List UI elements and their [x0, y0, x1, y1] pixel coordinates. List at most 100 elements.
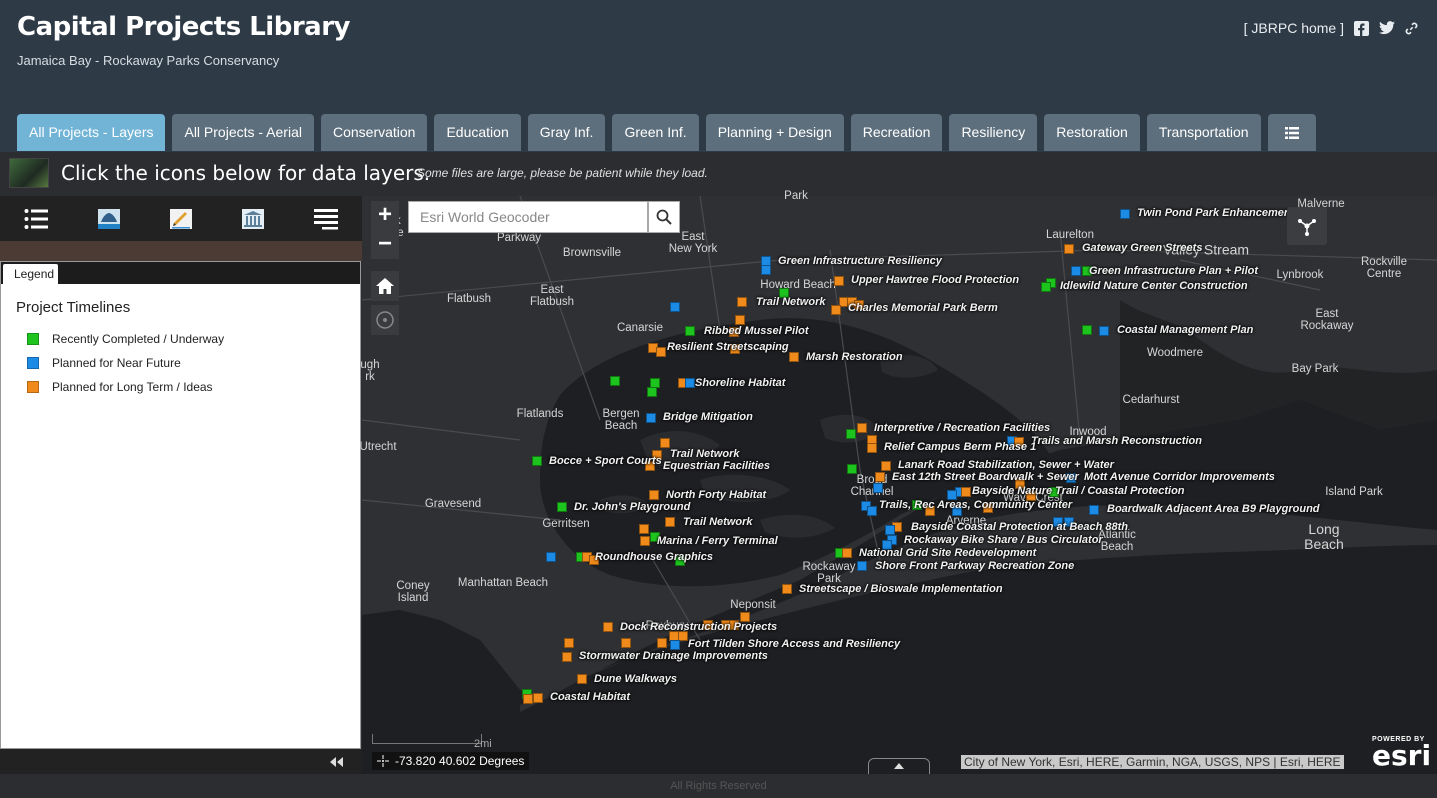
project-marker[interactable] [834, 276, 844, 286]
project-marker[interactable] [1064, 244, 1074, 254]
project-marker[interactable] [657, 638, 667, 648]
tab-education[interactable]: Education [434, 114, 521, 151]
project-label[interactable]: Rockaway Bike Share / Bus Circulator [904, 534, 1103, 546]
project-label[interactable]: Coastal Management Plan [1117, 324, 1253, 336]
project-marker[interactable] [1089, 505, 1099, 515]
project-marker[interactable] [1041, 282, 1051, 292]
project-marker[interactable] [867, 443, 877, 453]
layers-menu-button[interactable] [312, 205, 340, 233]
link-icon[interactable] [1404, 21, 1419, 36]
project-label[interactable]: Coastal Habitat [550, 691, 630, 703]
project-marker[interactable] [735, 315, 745, 325]
sketch-button[interactable] [167, 205, 195, 233]
project-label[interactable]: East 12th Street Boardwalk + Sewer [892, 471, 1079, 483]
project-marker[interactable] [685, 378, 695, 388]
project-marker[interactable] [1082, 325, 1092, 335]
project-marker[interactable] [761, 265, 771, 275]
project-label[interactable]: Dock Reconstruction Projects [620, 621, 777, 633]
jbrpc-home-link[interactable]: [ JBRPC home ] [1244, 20, 1344, 36]
project-marker[interactable] [846, 429, 856, 439]
project-marker[interactable] [961, 487, 971, 497]
project-label[interactable]: Shore Front Parkway Recreation Zone [875, 560, 1074, 572]
project-label[interactable]: Marina / Ferry Terminal [657, 535, 778, 547]
coordinate-readout[interactable]: -73.820 40.602 Degrees [372, 752, 530, 770]
project-marker[interactable] [621, 638, 631, 648]
home-button[interactable] [371, 271, 399, 301]
project-marker[interactable] [647, 387, 657, 397]
project-label[interactable]: Idlewild Nature Center Construction [1060, 280, 1248, 292]
project-label[interactable]: North Forty Habitat [666, 489, 766, 501]
project-label[interactable]: Relief Campus Berm Phase 1 [884, 441, 1036, 453]
tab-transportation[interactable]: Transportation [1146, 114, 1261, 151]
locate-button[interactable] [371, 305, 399, 335]
project-label[interactable]: Shoreline Habitat [695, 377, 785, 389]
tab-restoration[interactable]: Restoration [1044, 114, 1140, 151]
project-marker[interactable] [646, 413, 656, 423]
project-label[interactable]: Marsh Restoration [806, 351, 903, 363]
project-label[interactable]: National Grid Site Redevelopment [859, 547, 1036, 559]
search-button[interactable] [648, 201, 680, 233]
landmarks-button[interactable] [239, 205, 267, 233]
project-marker[interactable] [737, 297, 747, 307]
project-marker[interactable] [546, 552, 556, 562]
basemap-button[interactable] [95, 205, 123, 233]
project-label[interactable]: Trail Network [756, 296, 826, 308]
project-label[interactable]: Gateway Green Streets [1082, 242, 1202, 254]
project-marker[interactable] [577, 674, 587, 684]
twitter-icon[interactable] [1379, 20, 1395, 36]
project-label[interactable]: Bridge Mitigation [663, 411, 753, 423]
project-marker[interactable] [670, 302, 680, 312]
tab-legend[interactable]: Legend [3, 264, 58, 284]
tab-planning-design[interactable]: Planning + Design [705, 114, 844, 151]
project-marker[interactable] [831, 305, 841, 315]
project-label[interactable]: Trail Network [683, 516, 753, 528]
project-label[interactable]: Charles Memorial Park Berm [848, 302, 998, 314]
share-button[interactable] [1287, 207, 1327, 245]
project-marker[interactable] [789, 352, 799, 362]
map-attribution[interactable]: City of New York, Esri, HERE, Garmin, NG… [961, 755, 1344, 769]
project-label[interactable]: Ribbed Mussel Pilot [704, 325, 809, 337]
zoom-in-button[interactable]: + [371, 201, 399, 230]
collapse-panel-button[interactable] [330, 755, 343, 770]
project-label[interactable]: Bocce + Sport Courts [549, 455, 662, 467]
project-marker[interactable] [881, 461, 891, 471]
project-label[interactable]: Roundhouse Graphics [595, 551, 713, 563]
project-marker[interactable] [867, 506, 877, 516]
project-marker[interactable] [847, 464, 857, 474]
legend-list-button[interactable] [22, 205, 50, 233]
project-label[interactable]: Upper Hawtree Flood Protection [851, 274, 1019, 286]
project-marker[interactable] [603, 622, 613, 632]
search-input[interactable]: Esri World Geocoder [408, 201, 648, 233]
project-marker[interactable] [533, 693, 543, 703]
zoom-out-button[interactable]: − [371, 230, 399, 259]
project-label[interactable]: Trail Network [670, 448, 740, 460]
project-marker[interactable] [649, 490, 659, 500]
project-marker[interactable] [656, 347, 666, 357]
project-label[interactable]: Lanark Road Stabilization, Sewer + Water [898, 459, 1114, 471]
project-marker[interactable] [873, 483, 883, 493]
project-marker[interactable] [564, 638, 574, 648]
tab-gray-inf[interactable]: Gray Inf. [527, 114, 606, 151]
project-marker[interactable] [523, 694, 533, 704]
project-label[interactable]: Green Infrastructure Plan + Pilot [1089, 265, 1258, 277]
project-label[interactable]: Trails and Marsh Reconstruction [1031, 435, 1202, 447]
project-label[interactable]: Equestrian Facilities [663, 460, 770, 472]
project-label[interactable]: Fort Tilden Shore Access and Resiliency [688, 638, 900, 650]
project-label[interactable]: Dune Walkways [594, 673, 677, 685]
project-label[interactable]: Bayside Nature Trail / Coastal Protectio… [972, 485, 1185, 497]
project-marker[interactable] [562, 652, 572, 662]
project-label[interactable]: Boardwalk Adjacent Area B9 Playground [1107, 503, 1320, 515]
project-label[interactable]: Streetscape / Bioswale Implementation [799, 583, 1003, 595]
project-marker[interactable] [857, 561, 867, 571]
project-label[interactable]: Interpretive / Recreation Facilities [874, 422, 1050, 434]
project-label[interactable]: Bayside Coastal Protection at Beach 88th [911, 521, 1128, 533]
project-marker[interactable] [660, 438, 670, 448]
project-marker[interactable] [532, 456, 542, 466]
tab-all-projects-aerial[interactable]: All Projects - Aerial [172, 114, 314, 151]
project-marker[interactable] [885, 525, 895, 535]
project-marker[interactable] [1071, 266, 1081, 276]
project-marker[interactable] [1120, 209, 1130, 219]
project-label[interactable]: Dr. John's Playground [574, 501, 690, 513]
tab-green-inf[interactable]: Green Inf. [612, 114, 699, 151]
project-marker[interactable] [670, 640, 680, 650]
